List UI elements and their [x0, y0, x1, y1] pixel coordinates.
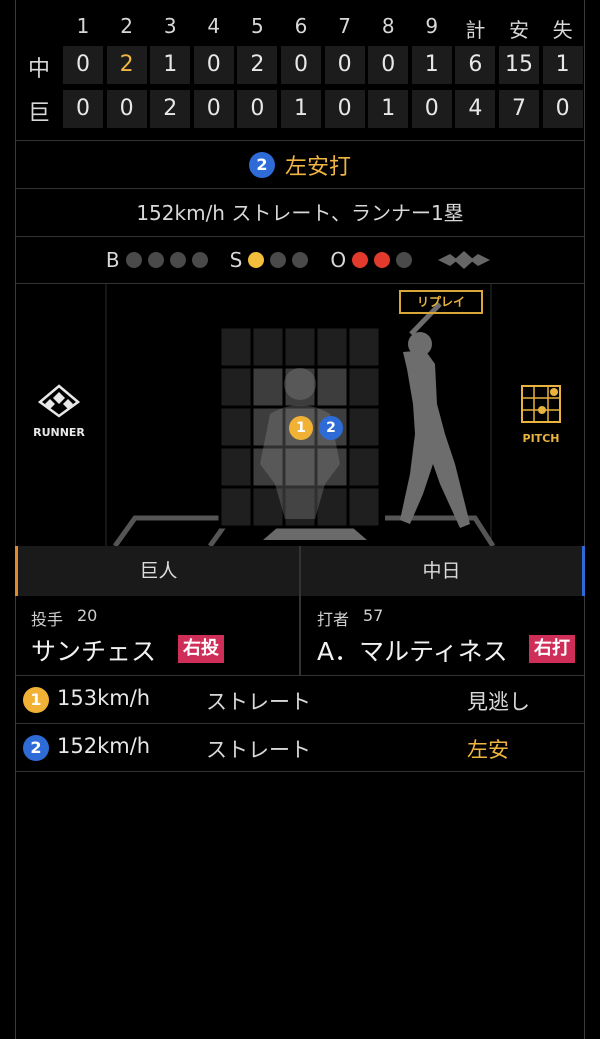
strike-dot — [292, 252, 309, 268]
score-cell: 7 — [499, 90, 539, 128]
batter-silhouette — [400, 302, 470, 528]
pitch-result: 左安 — [467, 738, 509, 762]
ball-dot — [191, 252, 208, 268]
pitch-marker-1[interactable]: 1 — [289, 416, 313, 440]
play-result-row: 2 左安打 — [15, 142, 585, 188]
inning-header: 1 — [76, 14, 90, 38]
pitch-speed: 153km/h — [57, 686, 151, 710]
strike-dot — [270, 252, 287, 268]
score-cell: 4 — [455, 90, 496, 128]
score-cell: 0 — [542, 90, 583, 128]
replay-button[interactable]: リプレイ — [399, 290, 483, 314]
score-cell: 0 — [237, 90, 278, 128]
inning-header: 2 — [120, 14, 133, 38]
score-cell: 0 — [63, 46, 103, 84]
score-cell: 0 — [411, 90, 452, 128]
runner-button[interactable]: RUNNER — [27, 384, 91, 439]
inning-header: 6 — [294, 14, 308, 38]
pitch-result: 見逃し — [467, 690, 530, 714]
pitch-number-badge: 2 — [23, 735, 49, 761]
balls-label: B — [105, 248, 120, 272]
tab-away-team[interactable]: 中日 — [301, 546, 585, 596]
pitch-grid-icon — [521, 385, 561, 423]
score-cell: 2 — [237, 46, 278, 84]
score-cell: 0 — [281, 46, 321, 84]
score-cell: 2 — [106, 46, 147, 84]
score-cell: 0 — [324, 46, 365, 84]
out-dot — [396, 252, 413, 268]
ball-dot — [125, 252, 142, 268]
pitch-button[interactable]: PITCH — [509, 384, 573, 445]
divider — [15, 140, 585, 141]
score-cell: 0 — [324, 90, 365, 128]
play-detail: 152km/h ストレート、ランナー1塁 — [136, 201, 464, 225]
tab-home-team[interactable]: 巨人 — [15, 546, 299, 596]
batter-name[interactable]: A．マルティネス — [317, 632, 508, 668]
score-cell: 1 — [281, 90, 321, 128]
runner-label: RUNNER — [33, 426, 85, 439]
out-dot — [352, 252, 369, 268]
inning-header: 7 — [338, 14, 351, 38]
list-item[interactable]: 1 153km/h ストレート 見逃し — [15, 676, 585, 724]
batter-role: 打者 — [317, 610, 350, 629]
divider — [299, 546, 301, 676]
ball-dot — [169, 252, 186, 268]
divider — [15, 236, 585, 237]
strike-dot — [248, 252, 265, 268]
matchup: 巨人 中日 投手 20 サンチェス 右投 打者 57 A．マルティネス 右打 — [15, 546, 585, 676]
strikes-label: S — [229, 248, 243, 272]
inning-header: 安 — [509, 18, 529, 42]
pitch-list: 1 153km/h ストレート 見逃し 2 152km/h ストレート 左安 — [15, 676, 585, 772]
count-row: B S O — [15, 238, 585, 282]
score-cell: 0 — [193, 46, 234, 84]
ball-dot — [147, 252, 164, 268]
pitch-speed: 152km/h — [57, 734, 151, 758]
score-cell: 1 — [368, 90, 409, 128]
score-cell: 6 — [455, 46, 496, 84]
score-cell: 1 — [411, 46, 452, 84]
pitch-type: ストレート — [206, 738, 311, 762]
batter-number: 57 — [363, 606, 384, 625]
inning-header: 9 — [425, 14, 439, 38]
divider — [15, 188, 585, 189]
inning-header: 4 — [207, 14, 221, 38]
bases-icon — [438, 251, 491, 269]
inning-header: 計 — [465, 18, 486, 42]
score-cell: 0 — [193, 90, 234, 128]
team-label: 巨 — [27, 101, 50, 126]
scoreboard: 1 2 3 4 5 6 7 8 9 計安失中 0 2 1 0 2 0 0 0 1 6 15 1 巨 0 0 2 0 0 1 0 1 0 4 7 0 — [15, 0, 585, 140]
inning-header: 5 — [251, 14, 264, 38]
pitch-number-badge: 1 — [23, 687, 49, 713]
inning-header: 失 — [552, 18, 573, 42]
score-cell: 15 — [499, 46, 539, 84]
out-dot — [374, 252, 391, 268]
pitcher-number: 20 — [77, 606, 98, 625]
pitcher-role: 投手 — [31, 610, 64, 629]
pitch-label: PITCH — [522, 432, 560, 445]
score-cell: 0 — [63, 90, 103, 128]
pitch-number-badge: 2 — [248, 152, 275, 178]
score-cell: 1 — [150, 46, 191, 84]
pitcher-name[interactable]: サンチェス — [31, 632, 156, 668]
play-result-text: 左安打 — [284, 155, 351, 180]
pitcher-hand-badge: 右投 — [178, 635, 224, 663]
pitch-marker-2[interactable]: 2 — [319, 416, 343, 440]
inning-header: 3 — [163, 14, 177, 38]
pitch-type: ストレート — [206, 690, 311, 714]
batter-hand-badge: 右打 — [529, 635, 575, 663]
inning-header: 8 — [381, 14, 395, 38]
score-cell: 0 — [368, 46, 409, 84]
pitch-view: 1 2 リプレイ RUNNER PITCH — [15, 284, 585, 546]
diamond-icon — [37, 384, 81, 418]
team-label: 中 — [27, 57, 50, 82]
score-cell: 2 — [150, 90, 191, 128]
list-item[interactable]: 2 152km/h ストレート 左安 — [15, 724, 585, 772]
score-cell: 0 — [106, 90, 147, 128]
score-cell: 1 — [542, 46, 583, 84]
outs-label: O — [330, 248, 347, 272]
